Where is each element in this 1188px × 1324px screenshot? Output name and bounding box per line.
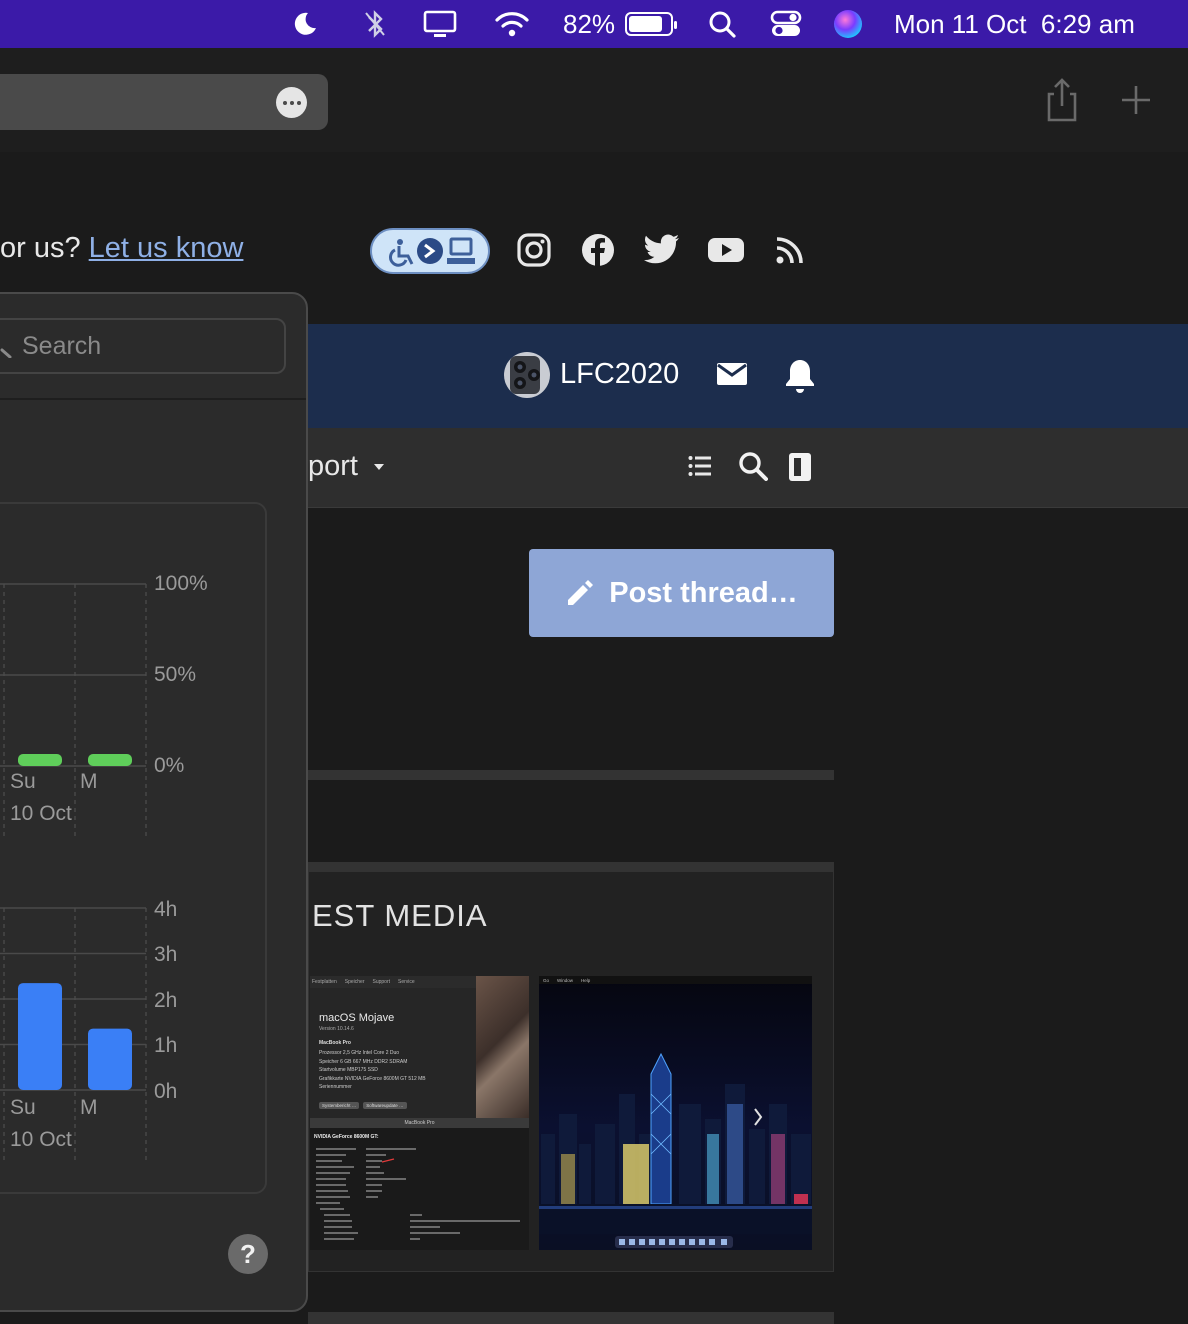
thumb1-os-name: macOS Mojave (319, 1012, 395, 1024)
section-divider-bottom (308, 1312, 834, 1324)
hours-x-label-su: Su (10, 1096, 36, 1119)
contact-line: or us? Let us know (0, 232, 243, 265)
hours-tick-4h: 4h (154, 898, 178, 921)
share-icon[interactable] (1044, 76, 1080, 124)
thumb1-button: Softwareupdate … (363, 1102, 407, 1109)
accessibility-badge-icon[interactable] (370, 228, 490, 274)
thumb1-spec: Startvolume MBP175 SSD (319, 1067, 378, 1073)
battery-percent-text: 82% (563, 8, 616, 39)
percent-tick-100: 100% (154, 572, 208, 595)
search-placeholder: Search (22, 332, 102, 360)
moon-icon[interactable] (286, 0, 322, 48)
spotlight-search-icon[interactable] (706, 0, 738, 48)
thumb1-tab: Festplatten (312, 979, 337, 985)
nav-label: port (308, 450, 358, 482)
thumb1-spec: Speicher 6 GB 667 MHz DDR2 SDRAM (319, 1058, 408, 1065)
hours-tick-0h: 0h (154, 1080, 178, 1103)
thumb1-button: Systembericht … (319, 1102, 360, 1109)
media-thumbnail-2[interactable]: Go Window Help (539, 976, 812, 1250)
wifi-icon[interactable] (493, 0, 531, 48)
thumb1-tab: Speicher (344, 979, 365, 985)
thumb1-detail-lines (316, 1148, 520, 1240)
thumb1-spec: Prozessor 2,5 GHz Intel Core 2 Duo (319, 1050, 400, 1056)
percent-x-label-m: M (80, 770, 98, 793)
instagram-icon[interactable] (514, 230, 554, 270)
percent-tick-0: 0% (154, 754, 185, 777)
date-time: Mon 11 Oct 6:29 am (894, 8, 1135, 39)
search-icon[interactable] (738, 451, 768, 486)
thumb1-tab: Support (372, 979, 390, 985)
section-divider (308, 770, 834, 780)
contact-prefix: or us? (0, 232, 81, 264)
hours-tick-2h: 2h (154, 989, 178, 1012)
new-tab-icon[interactable] (1118, 82, 1154, 118)
facebook-icon[interactable] (578, 230, 618, 270)
percent-chart-bar (88, 754, 132, 766)
percent-chart-bar (18, 754, 62, 766)
post-thread-label: Post thread… (609, 576, 798, 609)
avatar[interactable] (504, 352, 550, 398)
thumb2-menu-item: Window (557, 977, 574, 983)
hours-chart-bar (18, 983, 62, 1090)
percent-date-label: 10 Oct (10, 802, 72, 825)
thumb2-menu: Go Window Help (539, 976, 812, 984)
youtube-icon[interactable] (706, 230, 746, 270)
thumb1-specs: Prozessor 2,5 GHz Intel Core 2 Duo Speic… (319, 1049, 426, 1092)
city-skyline-wallpaper (539, 1052, 812, 1248)
hours-date-label: 10 Oct (10, 1128, 72, 1151)
bell-icon[interactable] (785, 358, 815, 399)
thumb1-spec: Grafikkarte NVIDIA GeForce 8600M GT 512 … (319, 1075, 426, 1082)
username[interactable]: LFC2020 (560, 358, 679, 391)
battery-percent: 82% (563, 0, 619, 48)
pencil-icon (568, 580, 594, 605)
rss-icon[interactable] (770, 230, 810, 270)
nav-support-menu[interactable]: port (308, 450, 386, 483)
media-title: EST MEDIA (312, 898, 488, 933)
thumb1-gpu-heading: NVIDIA GeForce 8600M GT: (314, 1134, 379, 1140)
thumb1-version: Version 10.14.6 (319, 1026, 354, 1032)
chevron-down-icon (374, 464, 385, 471)
siri-icon[interactable] (833, 0, 863, 48)
thumb1-tab: Service (398, 979, 415, 985)
thumb1-spec: Seriennummer (319, 1084, 352, 1090)
post-thread-button[interactable]: Post thread… (529, 549, 834, 637)
let-us-know-link[interactable]: Let us know (89, 232, 244, 264)
sidebar-toggle-icon[interactable] (788, 452, 812, 487)
percent-x-label-su: Su (10, 770, 36, 793)
hours-chart (0, 907, 147, 1164)
menu-bar: 82% Mon 11 Oct 6:29 am (0, 0, 1188, 48)
control-center-icon[interactable] (768, 0, 804, 48)
help-button[interactable]: ? (228, 1234, 268, 1274)
screen-time-panel: Search 100% 50% 0% Su M 10 Oct 4h 3h 2h … (0, 292, 308, 1312)
menu-clock[interactable]: Mon 11 Oct 6:29 am (894, 0, 1154, 48)
search-field-icon (0, 348, 12, 358)
thumb2-menu-item: Help (581, 977, 591, 983)
thumb2-menu-item: Go (543, 977, 550, 983)
display-icon[interactable] (422, 0, 458, 48)
mail-icon[interactable] (716, 361, 748, 392)
percent-chart (0, 583, 147, 840)
list-icon[interactable] (688, 455, 712, 482)
user-bar (308, 324, 1188, 428)
percent-tick-50: 50% (154, 663, 197, 686)
thumb1-buttons: Systembericht … Softwareupdate … (319, 1102, 407, 1109)
more-options-icon[interactable] (276, 87, 307, 118)
thumb1-model: MacBook Pro (319, 1040, 351, 1046)
panel-separator (0, 398, 306, 400)
hours-x-label-m: M (80, 1096, 98, 1119)
hours-tick-1h: 1h (154, 1034, 178, 1057)
bluetooth-icon[interactable] (360, 0, 390, 48)
media-thumbnail-1[interactable]: Festplatten Speicher Support Service mac… (310, 976, 529, 1250)
twitter-icon[interactable] (642, 230, 682, 270)
thumb1-footer: MacBook Pro (310, 1118, 529, 1128)
battery-icon[interactable] (622, 0, 677, 48)
hours-tick-3h: 3h (154, 943, 178, 966)
hours-chart-bar (88, 1028, 132, 1090)
